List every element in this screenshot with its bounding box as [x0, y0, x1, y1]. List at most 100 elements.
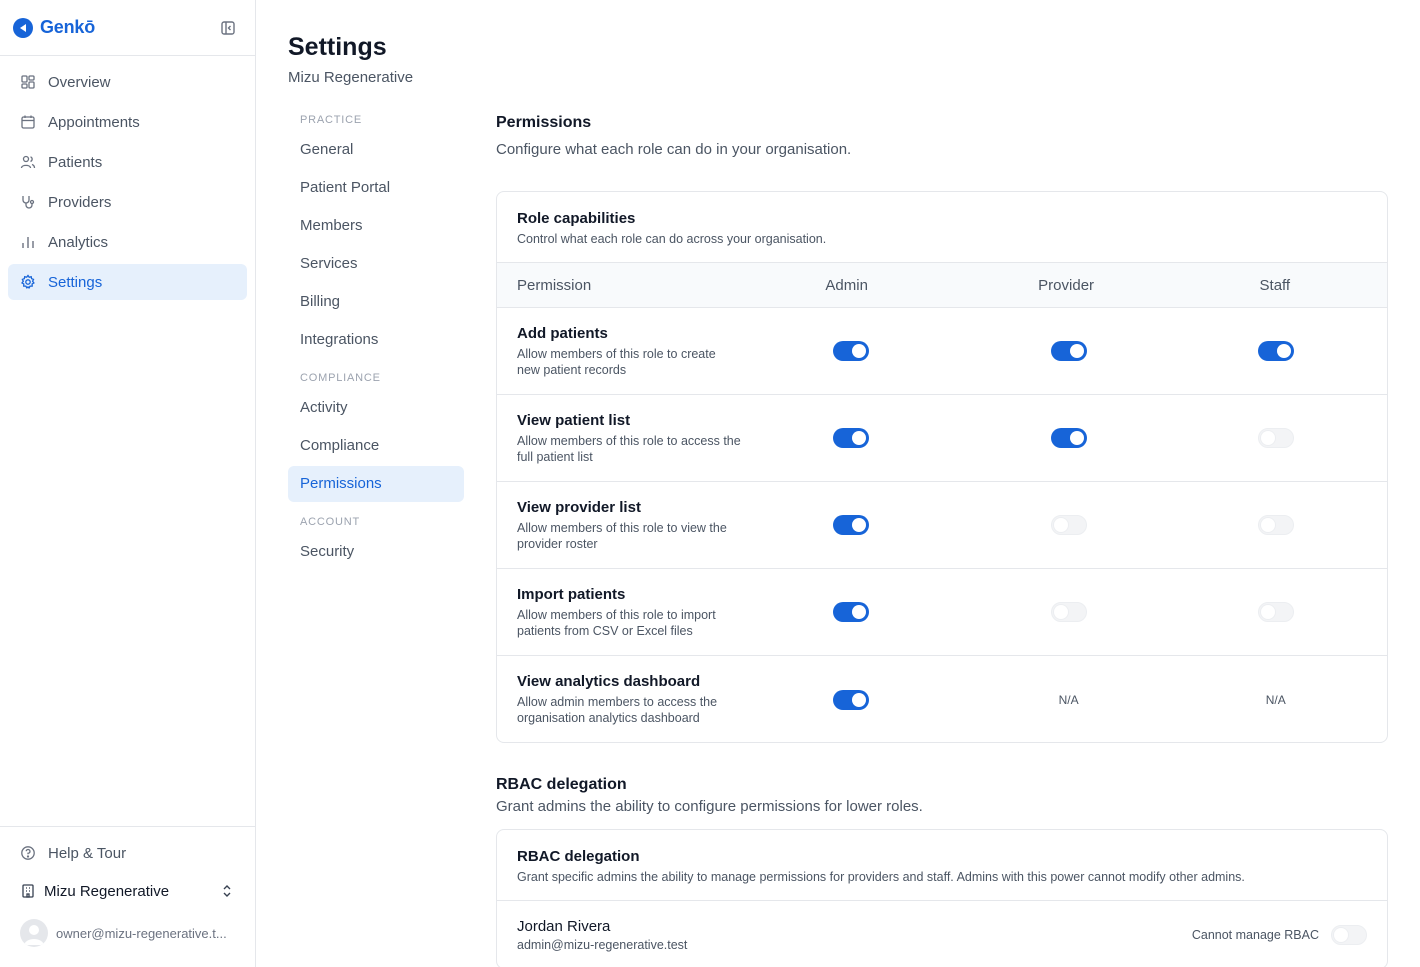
table-row: Import patients Allow members of this rol…: [497, 569, 1387, 656]
table-row: View provider list Allow members of this …: [497, 482, 1387, 569]
org-switcher[interactable]: Mizu Regenerative: [0, 871, 255, 911]
section-description: Configure what each role can do in your …: [496, 141, 852, 158]
subnav-item-activity[interactable]: Activity: [288, 390, 464, 426]
rbac-delegation-card: RBAC delegation Grant specific admins th…: [496, 829, 1388, 967]
staff-toggle[interactable]: [1257, 602, 1294, 622]
user-email: admin@mizu-regenerative.test: [517, 938, 688, 952]
permission-name: View patient list: [517, 411, 631, 429]
sidebar: Genkō Overview Appointments Patients Pro…: [0, 0, 256, 967]
permission-description: Allow admin members to access the organi…: [517, 695, 718, 725]
card-title: Role capabilities: [517, 210, 636, 227]
gear-icon: [20, 274, 36, 290]
brand-name[interactable]: Genkō: [40, 17, 95, 38]
sidebar-item-label: Overview: [48, 73, 111, 91]
provider-toggle[interactable]: [1050, 602, 1087, 622]
subnav-item-general[interactable]: General: [288, 132, 464, 168]
not-applicable-label: N/A: [1265, 692, 1286, 707]
admin-toggle[interactable]: [832, 689, 869, 710]
section-description: Grant admins the ability to configure pe…: [496, 798, 923, 815]
staff-toggle[interactable]: [1257, 428, 1294, 448]
brand-header: Genkō: [0, 0, 255, 56]
permissions-content: Permissions Configure what each role can…: [496, 114, 1388, 967]
admin-toggle[interactable]: [832, 428, 869, 448]
permission-name: View provider list: [517, 498, 641, 516]
building-icon: [20, 883, 36, 899]
card-title: RBAC delegation: [517, 848, 640, 865]
provider-toggle[interactable]: [1050, 428, 1087, 448]
admin-toggle[interactable]: [832, 602, 869, 622]
help-circle-icon: [20, 845, 36, 861]
sidebar-item-providers[interactable]: Providers: [8, 184, 247, 220]
permission-description: Allow members of this role to import pat…: [517, 607, 716, 638]
sidebar-item-settings[interactable]: Settings: [8, 264, 247, 300]
rbac-status-label: Cannot manage RBAC: [1191, 928, 1319, 942]
provider-toggle[interactable]: [1050, 341, 1087, 361]
subnav-item-compliance[interactable]: Compliance: [288, 428, 464, 464]
table-header: Permission Admin Provider Staff: [497, 263, 1387, 308]
sidebar-item-appointments[interactable]: Appointments: [8, 104, 247, 140]
table-row: Add patients Allow members of this role t…: [497, 308, 1387, 395]
user-name: Jordan Rivera: [517, 918, 611, 935]
column-header: Staff: [1259, 276, 1291, 294]
subnav-group-label: ACCOUNT: [300, 516, 360, 528]
sidebar-item-label: Appointments: [48, 113, 140, 131]
sidebar-item-label: Patients: [48, 153, 103, 171]
user-email: owner@mizu-regenerative.t...: [56, 925, 227, 941]
sidebar-item-patients[interactable]: Patients: [8, 144, 247, 180]
org-name: Mizu Regenerative: [44, 882, 170, 900]
card-header: Role capabilities Control what each role…: [497, 192, 1387, 263]
provider-toggle[interactable]: [1050, 515, 1087, 535]
card-header: RBAC delegation Grant specific admins th…: [497, 830, 1387, 901]
sidebar-item-label: Settings: [48, 273, 103, 291]
not-applicable-label: N/A: [1058, 692, 1079, 707]
staff-toggle[interactable]: [1257, 515, 1294, 535]
subnav-item-patient-portal[interactable]: Patient Portal: [288, 170, 464, 206]
admin-toggle[interactable]: [832, 515, 869, 535]
admin-toggle[interactable]: [832, 341, 869, 361]
permission-name: Add patients: [517, 324, 608, 342]
help-tour-button[interactable]: Help & Tour: [0, 835, 255, 871]
column-header: Permission: [517, 276, 592, 294]
page-subtitle: Mizu Regenerative: [288, 69, 414, 86]
permission-name: Import patients: [517, 585, 626, 603]
staff-toggle[interactable]: [1257, 341, 1294, 361]
role-capabilities-card: Role capabilities Control what each role…: [496, 191, 1388, 743]
user-menu[interactable]: owner@mizu-regenerative.t...: [0, 911, 255, 955]
rbac-section: RBAC delegation Grant admins the ability…: [496, 776, 1388, 967]
subnav-item-integrations[interactable]: Integrations: [288, 322, 464, 358]
sidebar-item-analytics[interactable]: Analytics: [8, 224, 247, 260]
subnav-item-security[interactable]: Security: [288, 534, 464, 570]
permission-name: View analytics dashboard: [517, 673, 701, 690]
page-title: Settings: [288, 33, 387, 61]
permission-description: Allow members of this role to view the p…: [517, 520, 727, 551]
stethoscope-icon: [20, 194, 36, 210]
subnav-item-permissions[interactable]: Permissions: [288, 466, 464, 502]
rbac-toggle[interactable]: [1331, 925, 1367, 945]
rbac-user-row: Jordan Rivera admin@mizu-regenerative.te…: [497, 901, 1387, 967]
main-nav: Overview Appointments Patients Providers…: [0, 56, 255, 300]
sidebar-footer: Help & Tour Mizu Regenerative owner@mizu…: [0, 826, 255, 967]
grid-icon: [20, 74, 36, 90]
subnav-item-services[interactable]: Services: [288, 246, 464, 282]
main-content: Settings Mizu Regenerative PRACTICE Gene…: [256, 0, 1420, 967]
permission-description: Allow members of this role to access the…: [517, 433, 741, 464]
table-row: View patient list Allow members of this r…: [497, 395, 1387, 482]
help-tour-label: Help & Tour: [48, 844, 127, 862]
section-title: RBAC delegation: [496, 776, 627, 793]
collapse-sidebar-icon[interactable]: [220, 20, 236, 36]
card-description: Grant specific admins the ability to man…: [517, 870, 1245, 884]
avatar: [20, 919, 48, 947]
sidebar-item-label: Analytics: [48, 233, 109, 251]
subnav-item-members[interactable]: Members: [288, 208, 464, 244]
table-row: View analytics dashboard Allow admin memb…: [497, 656, 1387, 742]
bar-chart-icon: [20, 234, 36, 250]
users-icon: [20, 154, 36, 170]
sidebar-item-overview[interactable]: Overview: [8, 64, 247, 100]
column-header: Admin: [825, 276, 868, 294]
subnav-item-billing[interactable]: Billing: [288, 284, 464, 320]
calendar-icon: [20, 114, 36, 130]
permission-description: Allow members of this role to create new…: [517, 346, 716, 377]
column-header: Provider: [1038, 276, 1095, 294]
logo-icon[interactable]: [13, 17, 33, 38]
sidebar-item-label: Providers: [48, 193, 112, 211]
